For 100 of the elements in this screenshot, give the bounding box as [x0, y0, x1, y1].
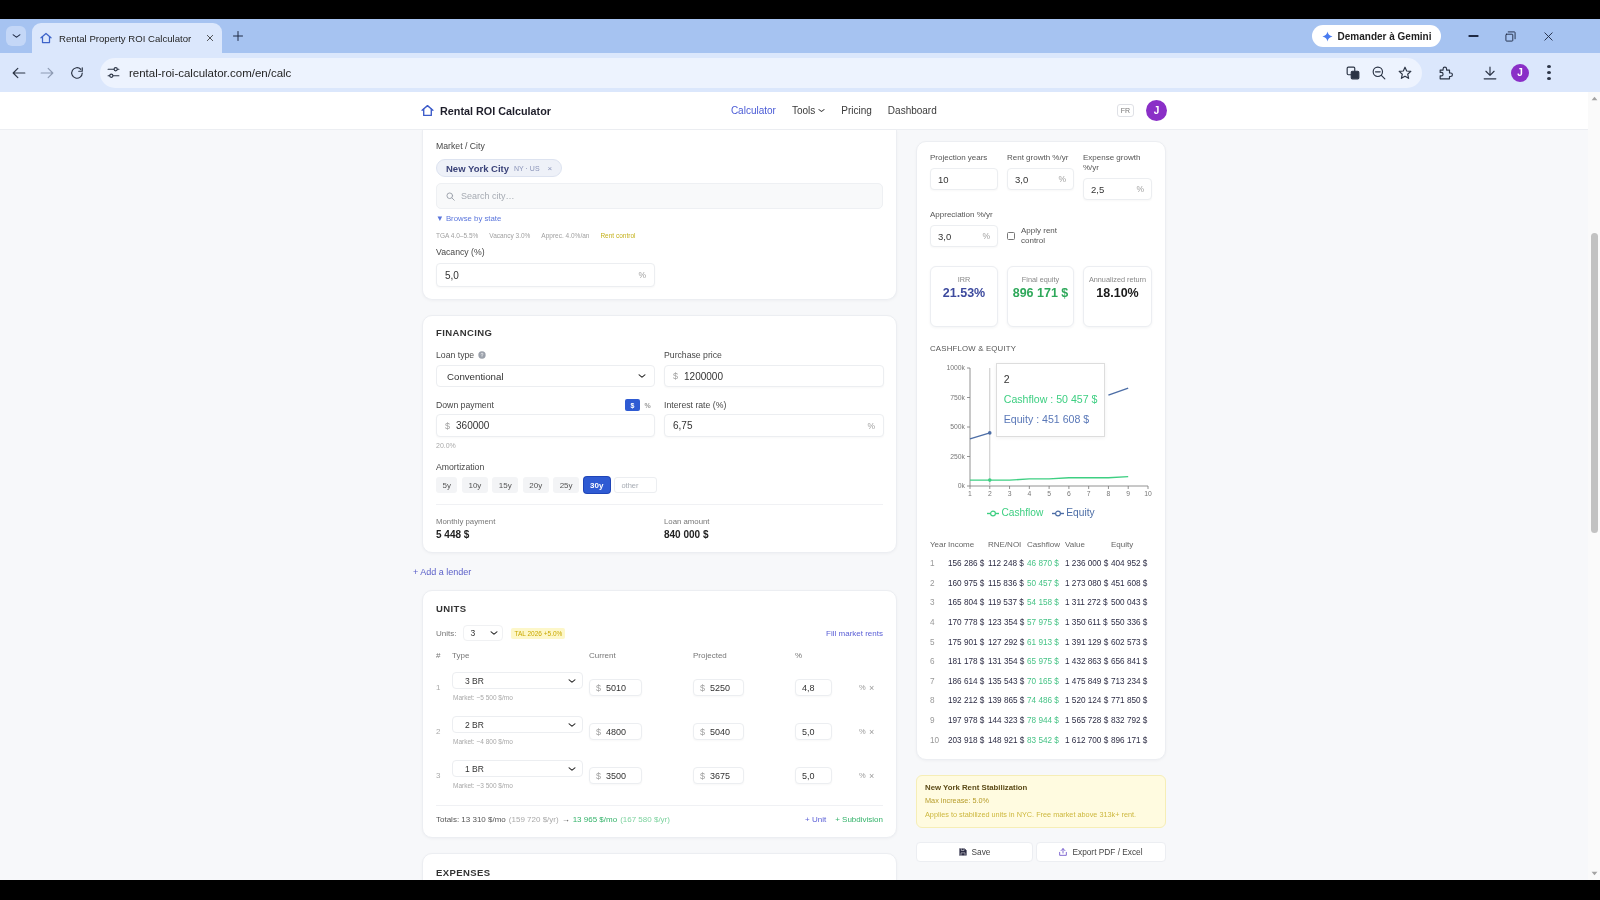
projected-rent-field[interactable]: $ 3675 — [693, 767, 744, 784]
nav-link[interactable]: Dashboard — [887, 105, 937, 116]
table-cell: 1 475 849 $ — [1065, 671, 1111, 692]
address-bar[interactable]: rental-roi-calculator.com/en/calc — [100, 57, 1422, 88]
section-title: FINANCING — [436, 327, 494, 339]
projected-rent-field[interactable]: $ 5040 — [693, 723, 744, 740]
user-avatar[interactable]: J — [1146, 100, 1167, 121]
more-icon[interactable] — [1547, 65, 1551, 80]
back-icon[interactable] — [12, 65, 26, 80]
loan-type-select[interactable]: Conventional — [436, 365, 655, 387]
table-cell: 148 921 $ — [988, 730, 1027, 750]
table-cell-text: 451 608 $ — [1111, 577, 1149, 590]
column-header: RNE/NOI — [988, 534, 1027, 554]
down-payment-field[interactable]: $ 360000 — [436, 414, 655, 437]
current-rent-field[interactable]: $ 5010 — [589, 679, 642, 696]
interest-rate-field[interactable]: 6,75 % — [664, 414, 884, 437]
zoom-icon[interactable] — [1372, 65, 1386, 80]
column-header: % — [795, 650, 804, 662]
fill-market-rents-link[interactable]: Fill market rents — [826, 628, 883, 638]
number-field[interactable]: 3,0 % — [1007, 168, 1074, 190]
increase-field[interactable]: 5,0 — [795, 767, 832, 784]
current-yearly-total: (159 720 $/yr) — [508, 815, 559, 825]
term-option[interactable]: 15y — [492, 477, 519, 493]
unit-type-select[interactable]: 1 BR — [452, 760, 583, 777]
term-option[interactable]: 30y — [583, 477, 610, 493]
add-lender-link[interactable]: + Add a lender — [413, 566, 472, 578]
current-rent-field[interactable]: $ 4800 — [589, 723, 642, 740]
field-label: Down payment — [436, 399, 494, 411]
plus-icon[interactable] — [232, 30, 244, 42]
units-count-select[interactable]: 3 — [463, 625, 504, 641]
table-cell: 78 944 $ — [1027, 710, 1065, 731]
house-icon — [421, 104, 434, 117]
field-label: Projection years — [930, 153, 989, 163]
term-option[interactable]: 10y — [461, 477, 488, 493]
row-number: 1 — [436, 683, 442, 692]
tune-icon[interactable] — [107, 66, 120, 79]
field-label: Expense growth %/yr — [1083, 153, 1142, 173]
table-cell-text: 404 952 $ — [1111, 558, 1149, 571]
table-cell: 6 — [930, 651, 948, 672]
unit-type-select[interactable]: 3 BR — [452, 672, 583, 689]
field-label: Interest rate (%) — [664, 399, 727, 411]
chevron-down-icon — [568, 677, 576, 684]
hover-point — [988, 478, 992, 482]
nav-menu[interactable]: Tools — [791, 105, 826, 116]
gemini-button[interactable]: Demander à Gemini — [1312, 25, 1441, 47]
translate-icon[interactable] — [1346, 65, 1360, 80]
chevron-down-icon — [568, 721, 576, 728]
table-cell: 61 913 $ — [1027, 632, 1065, 652]
field-label: Amortization — [436, 461, 486, 473]
table-cell: 197 978 $ — [948, 710, 988, 731]
app-title[interactable]: Rental ROI Calculator — [440, 104, 551, 117]
download-icon[interactable] — [1483, 65, 1497, 80]
tooltip-title: 2 — [1003, 373, 1011, 386]
nav-link[interactable]: Pricing — [841, 105, 872, 116]
puzzle-icon[interactable] — [1439, 65, 1453, 80]
increase-field[interactable]: 4,8 — [795, 679, 832, 696]
field-label: Rent growth %/yr — [1007, 153, 1070, 163]
row-number: 2 — [436, 727, 442, 736]
city-name: New York City — [446, 162, 509, 174]
term-option[interactable]: 5y — [436, 477, 458, 493]
star-icon[interactable] — [1398, 65, 1412, 80]
search-icon — [446, 191, 455, 201]
table-cell: 2 — [930, 573, 948, 594]
table-cell: 165 804 $ — [948, 593, 988, 613]
reload-icon[interactable] — [70, 65, 84, 80]
table-cell-text: 656 841 $ — [1111, 656, 1149, 669]
tab-search-button[interactable] — [6, 26, 26, 46]
save-button[interactable]: Save — [916, 841, 1033, 862]
add-unit-link[interactable]: + Unit — [805, 815, 827, 825]
browser-tab[interactable]: Rental Property ROI Calculator — [32, 23, 222, 53]
restore-icon[interactable] — [1505, 30, 1516, 42]
close-icon[interactable] — [1543, 30, 1554, 42]
nav-link[interactable]: Calculator — [730, 105, 776, 116]
table-cell: 123 354 $ — [988, 612, 1027, 633]
unit-type-select[interactable]: 2 BR — [452, 716, 583, 733]
table-cell: 119 537 $ — [988, 593, 1027, 613]
term-option[interactable]: 25y — [553, 477, 580, 493]
close-icon[interactable] — [206, 34, 214, 42]
number-field[interactable]: 10 — [930, 168, 998, 190]
row-number: 3 — [436, 771, 442, 780]
current-rent-field[interactable]: $ 3500 — [589, 767, 642, 784]
table-cell: 192 212 $ — [948, 691, 988, 711]
increase-field[interactable]: 5,0 — [795, 723, 832, 740]
table-cell: 160 975 $ — [948, 573, 988, 594]
sparkle-icon — [1321, 30, 1333, 42]
term-option[interactable]: 20y — [522, 477, 549, 493]
purchase-price-field[interactable]: $ 1200000 — [664, 365, 884, 387]
rent-control-checkbox[interactable] — [1007, 232, 1015, 240]
units-label: Units: — [436, 628, 457, 638]
table-cell: 65 975 $ — [1027, 651, 1065, 672]
profile-avatar[interactable]: J — [1511, 63, 1529, 82]
number-field[interactable]: 2,5 % — [1083, 178, 1152, 200]
table-cell-text: 602 573 $ — [1111, 636, 1149, 649]
number-field[interactable]: 3,0 % — [930, 225, 998, 247]
vacancy-field[interactable]: 5,0 % — [436, 263, 655, 287]
projected-rent-field[interactable]: $ 5250 — [693, 679, 744, 696]
export-button[interactable]: Export PDF / Excel — [1036, 841, 1166, 862]
table-cell: 50 457 $ — [1027, 573, 1065, 594]
minimize-icon[interactable] — [1468, 35, 1479, 37]
scrollbar-thumb[interactable] — [1590, 233, 1598, 533]
